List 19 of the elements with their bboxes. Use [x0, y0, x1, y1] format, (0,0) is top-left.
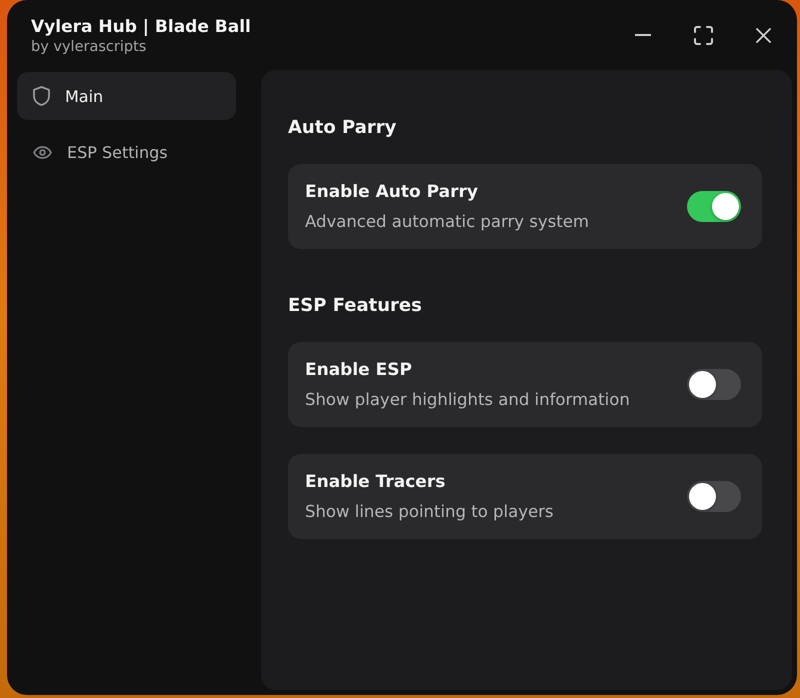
eye-icon	[33, 146, 52, 158]
shield-icon	[33, 86, 50, 106]
sidebar-item[interactable]: ESP Settings	[17, 128, 236, 176]
section-heading: Auto Parry	[288, 116, 398, 140]
window-title: Vylera Hub | Blade Ball	[31, 16, 251, 39]
window-subtitle: by vylerascripts	[31, 39, 148, 56]
maximize-icon[interactable]	[694, 26, 712, 44]
option-description: Show player highlights and information	[305, 388, 630, 410]
option-description: Show lines pointing to players	[305, 500, 554, 522]
option-description: Advanced automatic parry system	[305, 210, 589, 232]
close-icon[interactable]	[756, 28, 770, 42]
option-title: Enable Auto Parry	[305, 180, 479, 204]
toggle-switch[interactable]	[687, 369, 741, 400]
option-title: Enable Tracers	[305, 470, 446, 494]
sidebar-item[interactable]: Main	[17, 72, 236, 120]
option-title: Enable ESP	[305, 358, 413, 382]
toggle-switch[interactable]	[687, 191, 741, 222]
section-heading: ESP Features	[288, 294, 423, 318]
toggle-switch[interactable]	[687, 481, 741, 512]
